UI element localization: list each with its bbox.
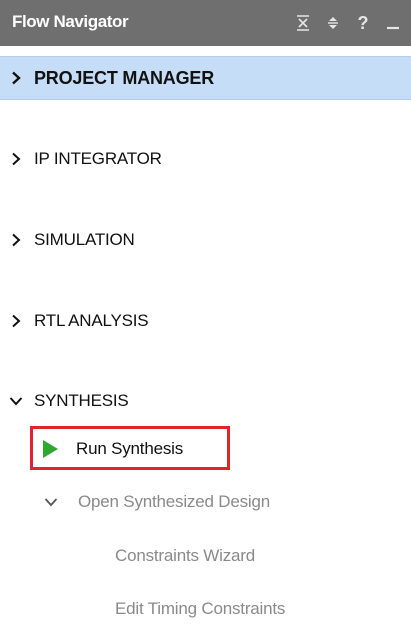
section-synthesis[interactable]: SYNTHESIS — [0, 379, 411, 423]
section-label: SYNTHESIS — [34, 391, 129, 410]
run-synthesis-item[interactable]: Run Synthesis — [40, 434, 183, 464]
chevron-right-icon[interactable] — [2, 68, 30, 88]
run-play-icon[interactable] — [40, 439, 68, 459]
chevron-right-icon[interactable] — [2, 230, 30, 250]
edit-timing-constraints-item[interactable]: Edit Timing Constraints — [115, 594, 285, 624]
collapse-all-icon[interactable] — [291, 9, 315, 37]
run-synthesis-label: Run Synthesis — [76, 439, 184, 458]
open-synthesized-design-label: Open Synthesized Design — [78, 492, 270, 511]
section-project-manager[interactable]: PROJECT MANAGER — [0, 56, 411, 100]
chevron-down-icon[interactable] — [44, 497, 64, 507]
help-icon[interactable]: ? — [351, 9, 375, 37]
section-label: IP INTEGRATOR — [34, 149, 162, 168]
chevron-down-icon[interactable] — [2, 391, 30, 411]
panel-title: Flow Navigator — [12, 12, 129, 31]
minimize-icon[interactable] — [381, 9, 405, 37]
section-ip-integrator[interactable]: IP INTEGRATOR — [0, 137, 411, 181]
constraints-wizard-item[interactable]: Constraints Wizard — [115, 541, 255, 571]
section-label: SIMULATION — [34, 230, 135, 249]
section-rtl-analysis[interactable]: RTL ANALYSIS — [0, 299, 411, 343]
constraints-wizard-label: Constraints Wizard — [115, 546, 255, 565]
section-simulation[interactable]: SIMULATION — [0, 218, 411, 262]
edit-timing-constraints-label: Edit Timing Constraints — [115, 599, 286, 618]
header-controls: ? — [285, 9, 405, 37]
flow-navigator-header: Flow Navigator ? — [0, 0, 411, 46]
open-synthesized-design-item[interactable]: Open Synthesized Design — [44, 487, 270, 517]
section-label: RTL ANALYSIS — [34, 311, 149, 330]
chevron-right-icon[interactable] — [2, 311, 30, 331]
expand-collapse-icon[interactable] — [321, 9, 345, 37]
chevron-right-icon[interactable] — [2, 149, 30, 169]
section-label: PROJECT MANAGER — [34, 67, 215, 88]
